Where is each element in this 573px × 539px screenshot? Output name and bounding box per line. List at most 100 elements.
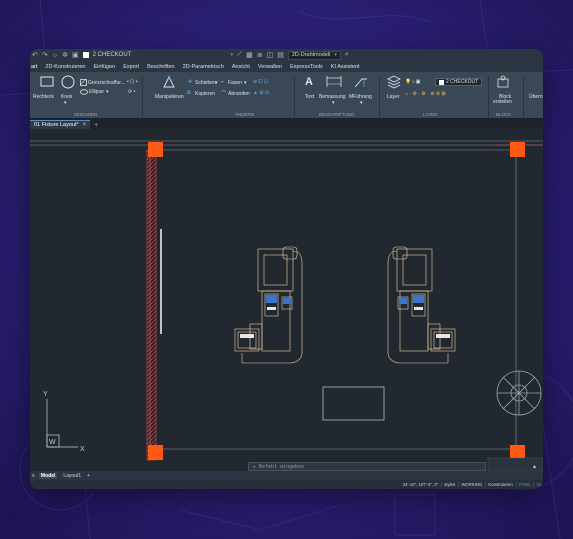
counter-table[interactable] xyxy=(322,386,385,421)
block-label-2[interactable]: erstellen xyxy=(493,99,512,105)
tab-ansicht[interactable]: Ansicht xyxy=(232,64,250,70)
visual-style-select[interactable]: 2D-Drahtmodell ▾ xyxy=(287,50,341,60)
section-layer[interactable]: LAYER xyxy=(423,112,437,117)
tab-layout1[interactable]: Layout1 xyxy=(61,473,83,479)
navigation-wheel[interactable] xyxy=(496,370,542,416)
fixture-right-highlights xyxy=(399,295,450,338)
working-indicator[interactable]: WORKING xyxy=(458,482,482,487)
doc-tab-label: 01 Fixture Layout* xyxy=(34,122,79,128)
ellipse-icon[interactable] xyxy=(80,89,88,95)
leader-icon[interactable] xyxy=(354,76,368,88)
close-icon[interactable]: × xyxy=(83,122,87,128)
menu-icon[interactable]: ≡ xyxy=(32,473,35,479)
caret-up-icon[interactable]: ▴ xyxy=(533,464,536,470)
copy-icon[interactable]: ⧉ xyxy=(187,90,191,96)
dimension-icon[interactable] xyxy=(326,76,342,88)
uebernehmen-label[interactable]: Übern xyxy=(529,94,543,100)
command-prompt-icon: ▸ xyxy=(253,463,257,470)
checkout-fixture-right[interactable] xyxy=(387,246,456,364)
modify-tools-icon[interactable]: ⊕ ⧠ ⊡ xyxy=(253,79,268,85)
chevron-down-icon: ▾ xyxy=(334,52,337,58)
circle-icon[interactable] xyxy=(61,75,75,89)
ribbon-separator xyxy=(523,76,524,118)
window-icon[interactable]: ▤ xyxy=(277,51,284,59)
tab-ki-assistent[interactable]: KI Assistent xyxy=(331,64,360,70)
move-icon[interactable]: ✥ xyxy=(188,79,192,85)
bulb-icon[interactable]: ☼ xyxy=(52,52,58,59)
redo-icon[interactable]: ↷ xyxy=(42,51,48,59)
tab-start[interactable]: art xyxy=(31,64,37,70)
abrunden-label[interactable]: Abrunden xyxy=(228,91,250,97)
hatch-icon[interactable] xyxy=(80,79,87,86)
text-icon[interactable]: A xyxy=(305,76,313,88)
section-aendern[interactable]: ÄNDERN xyxy=(235,112,254,117)
ucs-y-label: Y xyxy=(43,391,48,398)
tab-beschriften[interactable]: Beschriften xyxy=(147,64,175,70)
ribbon-separator xyxy=(379,76,380,118)
layer-state-icons[interactable]: 💡☼▣ xyxy=(405,79,421,85)
tab-einfuegen[interactable]: Einfügen xyxy=(93,64,115,70)
undo-icon[interactable]: ↶ xyxy=(32,51,38,59)
tab-expresstools[interactable]: ExpressTools xyxy=(290,64,323,70)
manipulieren-label[interactable]: Manipulieren xyxy=(155,94,184,100)
kopieren-label[interactable]: Kopieren xyxy=(195,91,215,97)
ribbon-panel: Rechteck Kreis ▾ Grenzschraffur... • ⬠ •… xyxy=(30,72,543,119)
grip-top-left[interactable] xyxy=(148,142,163,157)
layer-label[interactable]: Layer xyxy=(387,94,400,100)
current-layer-name: 2 CHECKOUT xyxy=(446,79,479,85)
block-icon[interactable] xyxy=(496,75,510,89)
spline-icon[interactable]: ⟳ • xyxy=(128,89,135,95)
rechteck-label[interactable]: Rechteck xyxy=(33,94,54,100)
square-icon[interactable]: ◫ xyxy=(267,51,274,59)
grip-top-right[interactable] xyxy=(510,142,525,157)
layer-tools-icons[interactable]: ⌂ · ⚙ · ⚙ · ⊘ ⊘ ⊞ xyxy=(405,91,446,97)
ellipse-label[interactable]: Ellipse xyxy=(89,89,104,95)
doc-tab-fixture-layout[interactable]: 01 Fixture Layout* × xyxy=(30,120,91,129)
fasen-label[interactable]: Fasen xyxy=(228,80,242,86)
quick-access-toolbar: ↶ ↷ ☼ ✲ ▣ 2 CHECKOUT ▾ ⟋ ▦ ≣ ◫ ▤ 2D-Drah… xyxy=(30,49,543,61)
ucs-x-label: X xyxy=(80,446,85,453)
fillet-icon[interactable]: ⌒ xyxy=(221,90,226,97)
layer-icon[interactable] xyxy=(387,75,401,89)
polygon-icon[interactable]: • ⬠ • xyxy=(127,79,138,85)
tab-model[interactable]: Model xyxy=(38,472,58,479)
command-line[interactable]: ▸ Befehl eingeben xyxy=(248,462,486,471)
grenzschraffur-label[interactable]: Grenzschraffur... xyxy=(88,80,125,86)
chevron-down-icon[interactable]: ▾ xyxy=(231,52,234,58)
tab-verwalten[interactable]: Verwalten xyxy=(258,64,282,70)
cad-window: ↶ ↷ ☼ ✲ ▣ 2 CHECKOUT ▾ ⟋ ▦ ≣ ◫ ▤ 2D-Drah… xyxy=(30,49,543,489)
checkout-fixture-left[interactable] xyxy=(234,246,303,364)
section-zeichnen[interactable]: ZEICHNEN xyxy=(74,112,97,117)
section-beschriftung[interactable]: BESCHRIFTUNG xyxy=(319,112,355,117)
add-layout-button[interactable]: + xyxy=(87,473,90,479)
workspace-name[interactable]: 2 CHECKOUT xyxy=(93,52,225,58)
tab-2d-konstruieren[interactable]: 2D-Konstruieren xyxy=(45,64,85,70)
kreis-caret: ▾ xyxy=(64,100,67,106)
tab-export[interactable]: Export xyxy=(123,64,139,70)
drawing-canvas[interactable]: Y X W ▴ xyxy=(30,129,543,471)
layer-swatch xyxy=(439,79,444,85)
text-label[interactable]: Text xyxy=(305,94,314,100)
ribbon-separator xyxy=(142,76,143,118)
grid-icon[interactable]: ▦ xyxy=(246,51,253,59)
search-icon[interactable]: ⌕ xyxy=(345,51,349,59)
workspace-mode[interactable]: Konstruieren xyxy=(485,482,513,487)
grid-toggle[interactable]: GI xyxy=(533,482,541,487)
command-line-placeholder: Befehl eingeben xyxy=(259,463,305,470)
printer-icon[interactable]: ▣ xyxy=(72,51,79,59)
rectangle-icon[interactable] xyxy=(40,76,54,87)
grip-bottom-left[interactable] xyxy=(148,445,163,460)
chamfer-icon[interactable]: ⌐ xyxy=(221,79,224,85)
schieben-label[interactable]: Schieben xyxy=(195,80,216,86)
tool-icon[interactable]: ⟋ xyxy=(237,51,242,59)
manipulate-icon[interactable] xyxy=(162,75,176,89)
section-block[interactable]: BLOCK xyxy=(496,112,511,117)
style-indicator[interactable]: style2 xyxy=(441,482,455,487)
current-layer-select[interactable]: 2 CHECKOUT xyxy=(435,78,483,86)
new-tab-button[interactable]: + xyxy=(90,122,98,129)
modify-tools-icon-2[interactable]: ▲ ⊞ ⊟ xyxy=(253,90,269,96)
snap-toggle[interactable]: FANG xyxy=(515,482,530,487)
sun-icon[interactable]: ✲ xyxy=(62,51,68,59)
layers-icon[interactable]: ≣ xyxy=(257,51,263,59)
tab-2d-parametrisch[interactable]: 2D-Parametrisch xyxy=(183,64,224,70)
